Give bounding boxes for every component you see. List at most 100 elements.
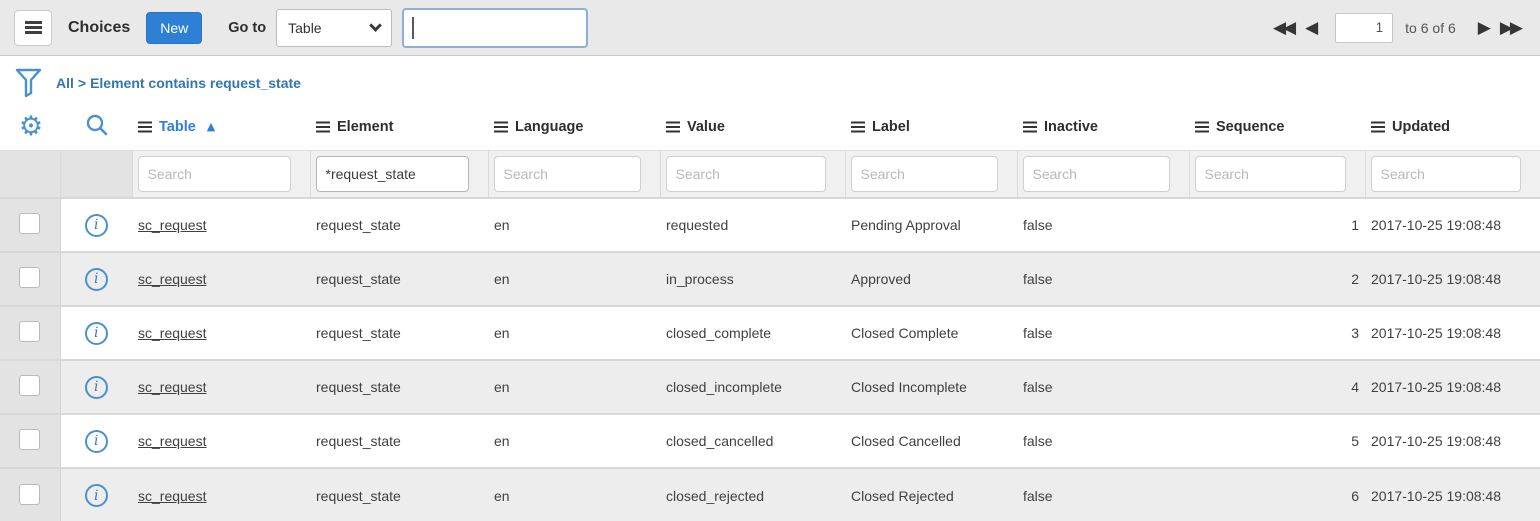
- row-checkbox[interactable]: [19, 429, 40, 450]
- search-input-updated[interactable]: [1371, 156, 1521, 192]
- record-link[interactable]: sc_request: [138, 379, 206, 395]
- search-input-value[interactable]: [666, 156, 826, 192]
- cell-label: Pending Approval: [845, 198, 1017, 252]
- list-context-menu-button[interactable]: [14, 10, 52, 46]
- cell-label: Closed Cancelled: [845, 414, 1017, 468]
- last-page-button[interactable]: ▶▶: [1494, 14, 1526, 42]
- row-checkbox[interactable]: [19, 213, 40, 234]
- cell-element: request_state: [310, 414, 488, 468]
- search-input-element[interactable]: [316, 156, 469, 192]
- goto-label: Go to: [228, 20, 266, 36]
- info-icon[interactable]: i: [85, 430, 108, 453]
- cell-updated: 2017-10-25 19:08:48: [1365, 414, 1540, 468]
- hamburger-icon: [25, 26, 42, 29]
- cell-label: Closed Rejected: [845, 468, 1017, 521]
- next-page-icon: ▶: [1478, 18, 1488, 38]
- record-link[interactable]: sc_request: [138, 271, 206, 287]
- column-menu-icon: [666, 126, 680, 129]
- column-label: Label: [872, 119, 910, 135]
- list-search-button[interactable]: [85, 113, 109, 137]
- magnifier-icon: [85, 113, 109, 137]
- row-checkbox[interactable]: [19, 267, 40, 288]
- cell-value: closed_incomplete: [660, 360, 845, 414]
- info-icon[interactable]: i: [85, 214, 108, 237]
- column-menu-icon: [851, 126, 865, 129]
- filter-toggle-button[interactable]: [0, 68, 56, 98]
- cell-label: Closed Complete: [845, 306, 1017, 360]
- pagination: ◀◀ ◀ to 6 of 6 ▶ ▶▶: [1267, 13, 1526, 43]
- goto-input-wrap: [402, 8, 588, 48]
- search-input-label[interactable]: [851, 156, 998, 192]
- record-link[interactable]: sc_request: [138, 488, 206, 504]
- cell-element: request_state: [310, 468, 488, 521]
- column-label: Element: [337, 119, 393, 135]
- table-row: i sc_request request_state en in_process…: [0, 252, 1540, 306]
- funnel-icon: [15, 68, 42, 98]
- cell-value: requested: [660, 198, 845, 252]
- column-menu-icon: [316, 126, 330, 129]
- column-header-table[interactable]: Table ▲: [138, 119, 306, 135]
- cell-sequence: 3: [1189, 306, 1365, 360]
- table-row: i sc_request request_state en closed_com…: [0, 306, 1540, 360]
- column-header-updated[interactable]: Updated: [1371, 119, 1536, 135]
- cell-value: in_process: [660, 252, 845, 306]
- choices-list-table: ⚙ Table ▲: [0, 104, 1540, 521]
- search-input-sequence[interactable]: [1195, 156, 1346, 192]
- text-caret: [412, 17, 414, 39]
- column-header-label[interactable]: Label: [851, 119, 1013, 135]
- cell-element: request_state: [310, 252, 488, 306]
- cell-language: en: [488, 468, 660, 521]
- table-row: i sc_request request_state en requested …: [0, 198, 1540, 252]
- goto-column-select[interactable]: Table: [276, 9, 392, 47]
- record-link[interactable]: sc_request: [138, 325, 206, 341]
- breadcrumb-condition-link[interactable]: Element contains request_state: [90, 75, 301, 91]
- column-label: Value: [687, 119, 725, 135]
- personalize-list-button[interactable]: ⚙: [19, 113, 43, 140]
- cell-inactive: false: [1017, 252, 1189, 306]
- cell-inactive: false: [1017, 198, 1189, 252]
- cell-value: closed_cancelled: [660, 414, 845, 468]
- cell-language: en: [488, 252, 660, 306]
- column-header-sequence[interactable]: Sequence: [1195, 119, 1361, 135]
- cell-label: Closed Incomplete: [845, 360, 1017, 414]
- breadcrumb-all-link[interactable]: All: [56, 75, 74, 91]
- cell-updated: 2017-10-25 19:08:48: [1365, 252, 1540, 306]
- row-checkbox[interactable]: [19, 321, 40, 342]
- info-icon[interactable]: i: [85, 484, 108, 507]
- cell-sequence: 6: [1189, 468, 1365, 521]
- column-label: Table: [159, 119, 196, 135]
- first-page-icon: ◀◀: [1273, 18, 1293, 38]
- column-header-value[interactable]: Value: [666, 119, 841, 135]
- column-header-row: ⚙ Table ▲: [0, 104, 1540, 150]
- breadcrumb: All>Element contains request_state: [56, 75, 301, 91]
- cell-sequence: 2: [1189, 252, 1365, 306]
- record-link[interactable]: sc_request: [138, 433, 206, 449]
- cell-sequence: 4: [1189, 360, 1365, 414]
- search-input-inactive[interactable]: [1023, 156, 1170, 192]
- cell-inactive: false: [1017, 414, 1189, 468]
- new-button[interactable]: New: [146, 12, 202, 44]
- next-page-button[interactable]: ▶: [1472, 14, 1494, 42]
- info-icon[interactable]: i: [85, 322, 108, 345]
- previous-page-button[interactable]: ◀: [1299, 14, 1321, 42]
- column-header-language[interactable]: Language: [494, 119, 656, 135]
- row-checkbox[interactable]: [19, 484, 40, 505]
- column-label: Inactive: [1044, 119, 1098, 135]
- search-input-table[interactable]: [138, 156, 291, 192]
- table-row: i sc_request request_state en closed_inc…: [0, 360, 1540, 414]
- column-header-inactive[interactable]: Inactive: [1023, 119, 1185, 135]
- cell-element: request_state: [310, 306, 488, 360]
- row-checkbox[interactable]: [19, 375, 40, 396]
- search-input-language[interactable]: [494, 156, 641, 192]
- table-row: i sc_request request_state en closed_rej…: [0, 468, 1540, 521]
- first-page-button[interactable]: ◀◀: [1267, 14, 1299, 42]
- record-link[interactable]: sc_request: [138, 217, 206, 233]
- column-header-element[interactable]: Element: [316, 119, 484, 135]
- pagination-range-label: to 6 of 6: [1405, 20, 1456, 36]
- goto-search-input[interactable]: [402, 8, 588, 48]
- info-icon[interactable]: i: [85, 376, 108, 399]
- cell-element: request_state: [310, 198, 488, 252]
- info-icon[interactable]: i: [85, 268, 108, 291]
- current-row-input[interactable]: [1335, 13, 1393, 43]
- choices-list-page: Choices New Go to Table ◀◀ ◀ to 6 of 6 ▶…: [0, 0, 1540, 521]
